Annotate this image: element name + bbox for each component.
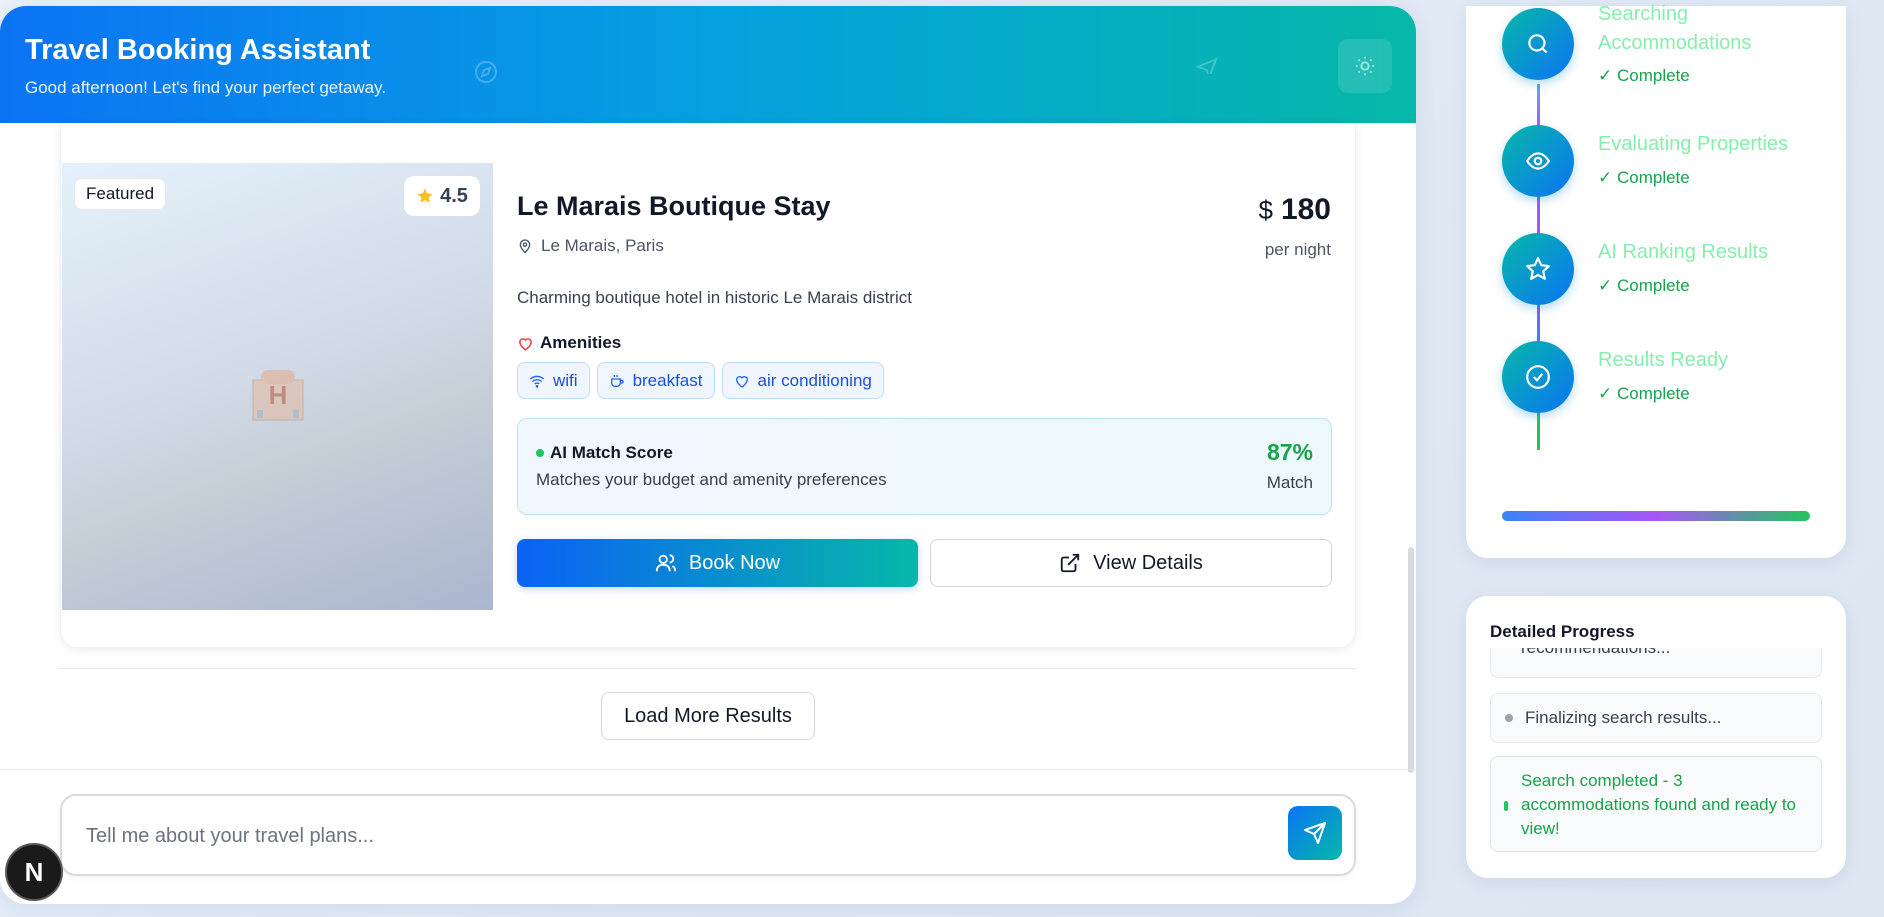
step-connector: [1537, 408, 1540, 450]
amenity-chip-wifi: wifi: [517, 362, 590, 399]
hotel-description: Charming boutique hotel in historic Le M…: [517, 288, 912, 307]
step-searching: [1502, 8, 1574, 80]
step-connector: [1537, 300, 1540, 342]
hotel-location: Le Marais, Paris: [517, 236, 664, 256]
price-value: 180: [1280, 193, 1331, 226]
book-now-label: Book Now: [688, 551, 781, 574]
location-text: Le Marais, Paris: [541, 236, 664, 255]
step-title: Evaluating Properties: [1598, 133, 1789, 155]
currency-symbol: $: [1258, 195, 1273, 225]
sun-icon: [1355, 56, 1375, 76]
amenity-list: wifi breakfast air conditioning: [517, 362, 884, 399]
status-dot: [1505, 714, 1513, 722]
amenity-chip-air-conditioning: air conditioning: [721, 362, 884, 399]
step-evaluating: [1502, 125, 1574, 197]
match-percent: 87%: [1266, 439, 1313, 465]
hotel-image[interactable]: Featured 4.5 H: [62, 163, 493, 610]
match-suffix: Match: [1266, 473, 1313, 492]
log-text: recommendations...: [1521, 648, 1670, 658]
price: $ 180: [1258, 193, 1331, 227]
wifi-icon: [529, 375, 545, 388]
chat-input-box: [60, 794, 1356, 876]
price-unit: per night: [1264, 240, 1331, 259]
ai-match-score-panel: AI Match Score Matches your budget and a…: [517, 418, 1332, 515]
log-entry-complete: Search completed - 3 accommodations foun…: [1490, 756, 1822, 852]
step-results-ready: [1502, 341, 1574, 413]
detailed-progress-panel: Detailed Progress recommendations... Fin…: [1466, 596, 1846, 878]
theme-toggle-button[interactable]: [1338, 39, 1392, 93]
step-status: ✓ Complete: [1598, 276, 1690, 295]
amenity-chip-breakfast: breakfast: [596, 362, 715, 399]
log-text: Finalizing search results...: [1525, 708, 1722, 727]
check-circle-icon: [1526, 365, 1550, 389]
chat-divider: [0, 769, 1416, 770]
heart-icon: [519, 337, 532, 351]
app-header: Travel Booking Assistant Good afternoon!…: [0, 6, 1416, 123]
overall-progress-bar: [1502, 511, 1810, 521]
send-button[interactable]: [1288, 806, 1342, 860]
view-details-label: View Details: [1093, 551, 1203, 574]
plane-icon: [1195, 52, 1218, 81]
amenity-label: wifi: [553, 370, 578, 390]
view-details-button[interactable]: View Details: [930, 539, 1332, 587]
step-ranking: [1502, 233, 1574, 305]
star-icon: [1526, 257, 1550, 280]
step-status: ✓ Complete: [1598, 66, 1690, 85]
rating-badge: 4.5: [404, 176, 480, 216]
step-title: AI Ranking Results: [1598, 241, 1769, 263]
external-link-icon: [1060, 553, 1080, 573]
results-scrollbar[interactable]: [1408, 547, 1414, 773]
chat-input[interactable]: [86, 818, 1236, 854]
svg-text:H: H: [269, 380, 288, 410]
step-connector: [1537, 192, 1540, 234]
main-panel: Travel Booking Assistant Good afternoon!…: [0, 6, 1416, 904]
status-dot: [536, 449, 544, 457]
nextjs-logo-button[interactable]: N: [5, 843, 63, 901]
match-score-title: AI Match Score: [536, 443, 673, 463]
amenity-label: breakfast: [632, 370, 703, 390]
send-icon: [1304, 822, 1326, 844]
search-icon: [1528, 34, 1548, 54]
results-divider: [58, 668, 1356, 669]
step-status: ✓ Complete: [1598, 168, 1690, 187]
eye-icon: [1525, 152, 1551, 170]
app-title: Travel Booking Assistant: [25, 34, 371, 66]
users-icon: [655, 554, 677, 572]
compass-icon: [474, 60, 498, 89]
detailed-progress-heading: Detailed Progress: [1490, 622, 1635, 641]
step-title: Searching Accommodations: [1598, 3, 1752, 54]
rating-value: 4.5: [440, 184, 468, 207]
featured-badge: Featured: [74, 178, 167, 210]
amenity-label: air conditioning: [757, 370, 872, 390]
greeting-text: Good afternoon! Let's find your perfect …: [25, 78, 387, 97]
hotel-icon: H: [252, 370, 304, 421]
match-score-label: AI Match Score: [550, 443, 673, 462]
book-now-button[interactable]: Book Now: [517, 539, 918, 587]
accommodation-card: Featured 4.5 H Le Marais Boutique Stay L…: [60, 123, 1356, 648]
status-dot: [1504, 801, 1508, 811]
map-pin-icon: [519, 239, 531, 254]
log-text: Search completed - 3 accommodations foun…: [1521, 771, 1797, 838]
step-status: ✓ Complete: [1598, 384, 1690, 403]
amenities-label: Amenities: [540, 333, 622, 352]
log-entry: Finalizing search results...: [1490, 693, 1822, 743]
star-icon: [417, 188, 433, 203]
coffee-icon: [610, 374, 624, 387]
hotel-name[interactable]: Le Marais Boutique Stay: [517, 191, 831, 222]
match-reason: Matches your budget and amenity preferen…: [536, 470, 887, 489]
load-more-button[interactable]: Load More Results: [601, 692, 815, 740]
log-entry: recommendations...: [1490, 648, 1822, 678]
step-title: Results Ready: [1598, 349, 1729, 371]
amenities-heading: Amenities: [517, 333, 621, 353]
heart-icon: [735, 375, 748, 388]
progress-steps-panel: Searching Accommodations ✓ Complete Eval…: [1466, 3, 1846, 558]
